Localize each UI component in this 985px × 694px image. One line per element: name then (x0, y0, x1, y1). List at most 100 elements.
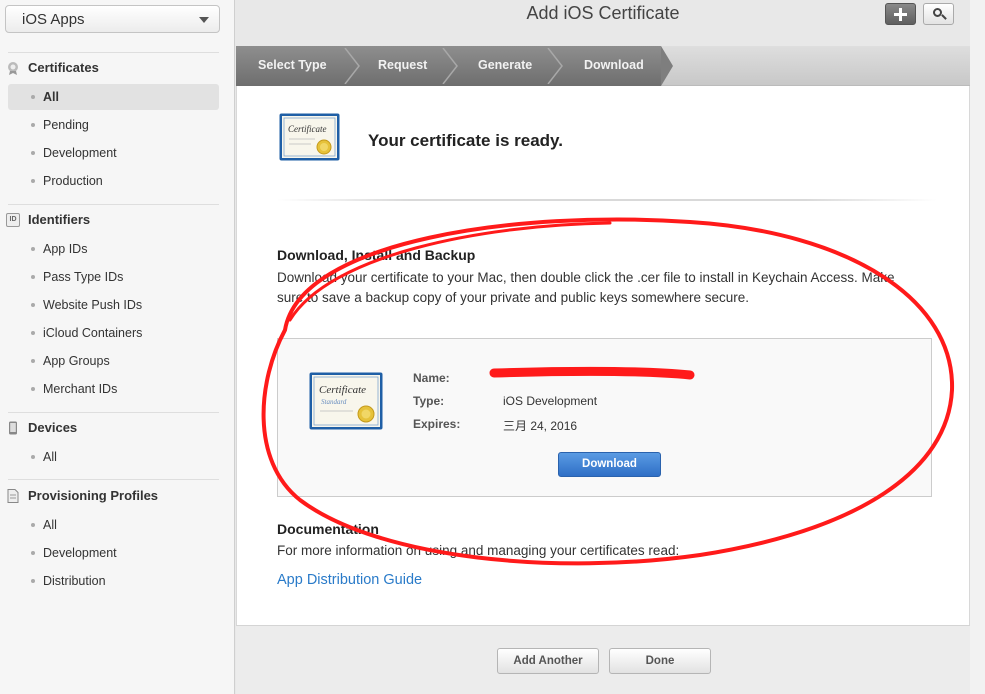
sidebar-item-label: Development (43, 146, 117, 160)
bullet-icon (31, 275, 35, 279)
svg-text:Certificate: Certificate (288, 124, 327, 134)
sidebar-item-profiles-development[interactable]: Development (8, 540, 219, 566)
svg-text:Certificate: Certificate (319, 384, 366, 396)
document-icon (7, 489, 19, 503)
certificate-card: Certificate Standard Name: Type: iOS Dev… (277, 338, 932, 497)
ready-message: Your certificate is ready. (368, 131, 563, 150)
divider (8, 479, 219, 480)
sidebar-item-label: Merchant IDs (43, 382, 118, 396)
divider (8, 412, 219, 413)
download-heading: Download, Install and Backup (277, 247, 476, 263)
sidebar-item-label: All (43, 518, 57, 532)
bullet-icon (31, 179, 35, 183)
sidebar-item-label: Pass Type IDs (43, 270, 124, 284)
add-button[interactable] (885, 3, 916, 25)
download-button[interactable]: Download (558, 452, 661, 477)
divider (8, 52, 219, 53)
step-separator-icon (344, 48, 360, 84)
sidebar-item-label: iCloud Containers (43, 326, 143, 340)
sidebar-item-label: Development (43, 546, 117, 560)
sidebar-item-label: App IDs (43, 242, 88, 256)
bullet-icon (31, 551, 35, 555)
search-icon-handle (941, 14, 947, 20)
documentation-text: For more information on using and managi… (277, 543, 680, 558)
bullet-icon (31, 387, 35, 391)
sidebar-item-profiles-distribution[interactable]: Distribution (8, 568, 219, 594)
section-title: Devices (28, 420, 78, 435)
sidebar-item-label: Pending (43, 118, 89, 132)
footer-bar: Add Another Done (236, 625, 970, 694)
sidebar-item-label: All (43, 90, 59, 104)
done-button[interactable]: Done (609, 648, 711, 674)
progress-steps: Select Type Request Generate Download (236, 46, 970, 86)
step-separator-icon (442, 48, 458, 84)
bullet-icon (31, 123, 35, 127)
step-generate: Generate (478, 58, 533, 72)
plus-icon-bar (899, 8, 902, 21)
bullet-icon (31, 523, 35, 527)
svg-text:Standard: Standard (321, 398, 347, 406)
expires-value: 三月 24, 2016 (503, 419, 578, 433)
divider (277, 199, 937, 201)
section-title: Provisioning Profiles (28, 488, 159, 503)
bullet-icon (31, 303, 35, 307)
bullet-icon (31, 331, 35, 335)
documentation-heading: Documentation (277, 521, 379, 537)
sidebar-item-label: Website Push IDs (43, 298, 143, 312)
download-instructions: Download your certificate to your Mac, t… (277, 270, 895, 305)
window-edge (970, 0, 985, 694)
search-button[interactable] (923, 3, 954, 25)
step-download: Download (584, 58, 644, 72)
section-devices[interactable]: Devices (5, 418, 225, 438)
page-title: Add iOS Certificate (526, 3, 680, 23)
sidebar-item-label: Production (43, 174, 103, 188)
sidebar-item-development[interactable]: Development (8, 140, 219, 166)
sidebar-item-label: All (43, 450, 57, 464)
device-icon (9, 421, 17, 435)
sidebar-item-pending[interactable]: Pending (8, 112, 219, 138)
sidebar-item-app-ids[interactable]: App IDs (8, 236, 219, 262)
certificate-icon: Certificate (279, 113, 340, 161)
certificate-standard-icon: Certificate Standard (309, 372, 383, 430)
add-another-button[interactable]: Add Another (497, 648, 599, 674)
bullet-icon (31, 359, 35, 363)
steps-arrow-tip (661, 46, 673, 86)
section-title: Identifiers (28, 212, 91, 227)
section-identifiers[interactable]: ID Identifiers (5, 210, 225, 230)
section-certificates[interactable]: Certificates (5, 58, 225, 78)
app-type-select[interactable]: iOS Apps (5, 5, 220, 33)
section-provisioning-profiles[interactable]: Provisioning Profiles (5, 486, 225, 506)
id-badge-icon: ID (6, 213, 20, 227)
certificate-badge-icon (8, 62, 18, 75)
app-type-label: iOS Apps (22, 11, 85, 28)
sidebar: iOS Apps Certificates All Pending Develo… (0, 0, 235, 694)
app-distribution-guide-link[interactable]: App Distribution Guide (277, 572, 422, 588)
step-separator-icon (547, 48, 563, 84)
sidebar-item-website-push-ids[interactable]: Website Push IDs (8, 292, 219, 318)
sidebar-item-label: App Groups (43, 354, 110, 368)
type-value: iOS Development (503, 394, 598, 408)
step-select-type: Select Type (258, 58, 327, 72)
name-label: Name: (413, 371, 450, 385)
bullet-icon (31, 455, 35, 459)
section-title: Certificates (28, 60, 99, 75)
bullet-icon (31, 579, 35, 583)
sidebar-item-devices-all[interactable]: All (8, 444, 219, 470)
sidebar-item-certificates-all[interactable]: All (8, 84, 219, 110)
sidebar-item-icloud-containers[interactable]: iCloud Containers (8, 320, 219, 346)
sidebar-item-app-groups[interactable]: App Groups (8, 348, 219, 374)
bullet-icon (31, 151, 35, 155)
content-panel: Certificate Your certificate is ready. D… (236, 86, 970, 625)
sidebar-item-production[interactable]: Production (8, 168, 219, 194)
sidebar-item-profiles-all[interactable]: All (8, 512, 219, 538)
step-request: Request (378, 58, 428, 72)
bullet-icon (31, 247, 35, 251)
sidebar-item-label: Distribution (43, 574, 106, 588)
expires-label: Expires: (413, 417, 461, 431)
sidebar-item-merchant-ids[interactable]: Merchant IDs (8, 376, 219, 402)
divider (8, 204, 219, 205)
bullet-icon (31, 95, 35, 99)
type-label: Type: (413, 394, 445, 408)
chevron-down-icon (199, 17, 209, 23)
sidebar-item-pass-type-ids[interactable]: Pass Type IDs (8, 264, 219, 290)
